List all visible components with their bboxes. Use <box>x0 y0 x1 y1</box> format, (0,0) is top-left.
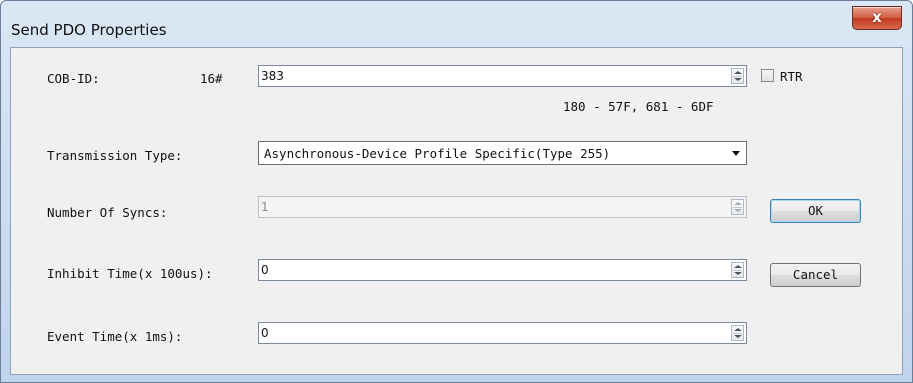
spin-down-icon[interactable] <box>734 78 742 81</box>
inhibit-time-input[interactable]: 0 <box>258 259 747 281</box>
chevron-down-icon[interactable] <box>732 151 740 156</box>
cob-id-spinner[interactable] <box>731 68 744 84</box>
spin-divider <box>733 207 742 208</box>
spin-down-icon <box>734 209 742 212</box>
rtr-label: RTR <box>780 69 803 84</box>
dialog-body: COB-ID: 16# 383 RTR 180 - 57F, 681 - 6DF… <box>10 47 903 375</box>
event-time-input[interactable]: 0 <box>258 322 747 344</box>
cob-id-label: COB-ID: <box>47 71 100 86</box>
spin-divider <box>733 76 742 77</box>
spin-down-icon[interactable] <box>734 335 742 338</box>
spin-up-icon[interactable] <box>734 265 742 268</box>
dialog-window: Send PDO Properties x COB-ID: 16# 383 RT… <box>0 0 913 383</box>
transmission-type-label: Transmission Type: <box>47 148 183 163</box>
spin-up-icon[interactable] <box>734 71 742 74</box>
number-of-syncs-spinner <box>731 199 744 215</box>
close-button[interactable]: x <box>852 6 902 30</box>
cancel-button[interactable]: Cancel <box>770 263 861 287</box>
spin-divider <box>733 270 742 271</box>
cob-id-input[interactable]: 383 <box>258 65 747 87</box>
cob-id-value: 383 <box>261 69 284 83</box>
event-time-label: Event Time(x 1ms): <box>47 329 183 344</box>
spin-divider <box>733 333 742 334</box>
spin-up-icon[interactable] <box>734 328 742 331</box>
rtr-checkbox[interactable] <box>761 69 774 82</box>
dialog-title: Send PDO Properties <box>11 21 167 39</box>
number-of-syncs-value: 1 <box>261 200 269 214</box>
cob-id-range-hint: 180 - 57F, 681 - 6DF <box>563 99 714 114</box>
title-bar[interactable]: Send PDO Properties x <box>1 1 912 47</box>
number-of-syncs-input: 1 <box>258 196 747 218</box>
transmission-type-select[interactable]: Asynchronous-Device Profile Specific(Typ… <box>258 141 747 165</box>
event-time-spinner[interactable] <box>731 325 744 341</box>
ok-button[interactable]: OK <box>770 199 861 223</box>
spin-up-icon <box>734 202 742 205</box>
spin-down-icon[interactable] <box>734 272 742 275</box>
inhibit-time-label: Inhibit Time(x 100us): <box>47 266 213 281</box>
close-icon: x <box>872 8 882 26</box>
inhibit-time-spinner[interactable] <box>731 262 744 278</box>
cob-id-prefix: 16# <box>200 71 223 86</box>
event-time-value: 0 <box>261 326 269 340</box>
transmission-type-value: Asynchronous-Device Profile Specific(Typ… <box>264 146 611 161</box>
inhibit-time-value: 0 <box>261 263 269 277</box>
number-of-syncs-label: Number Of Syncs: <box>47 205 168 220</box>
